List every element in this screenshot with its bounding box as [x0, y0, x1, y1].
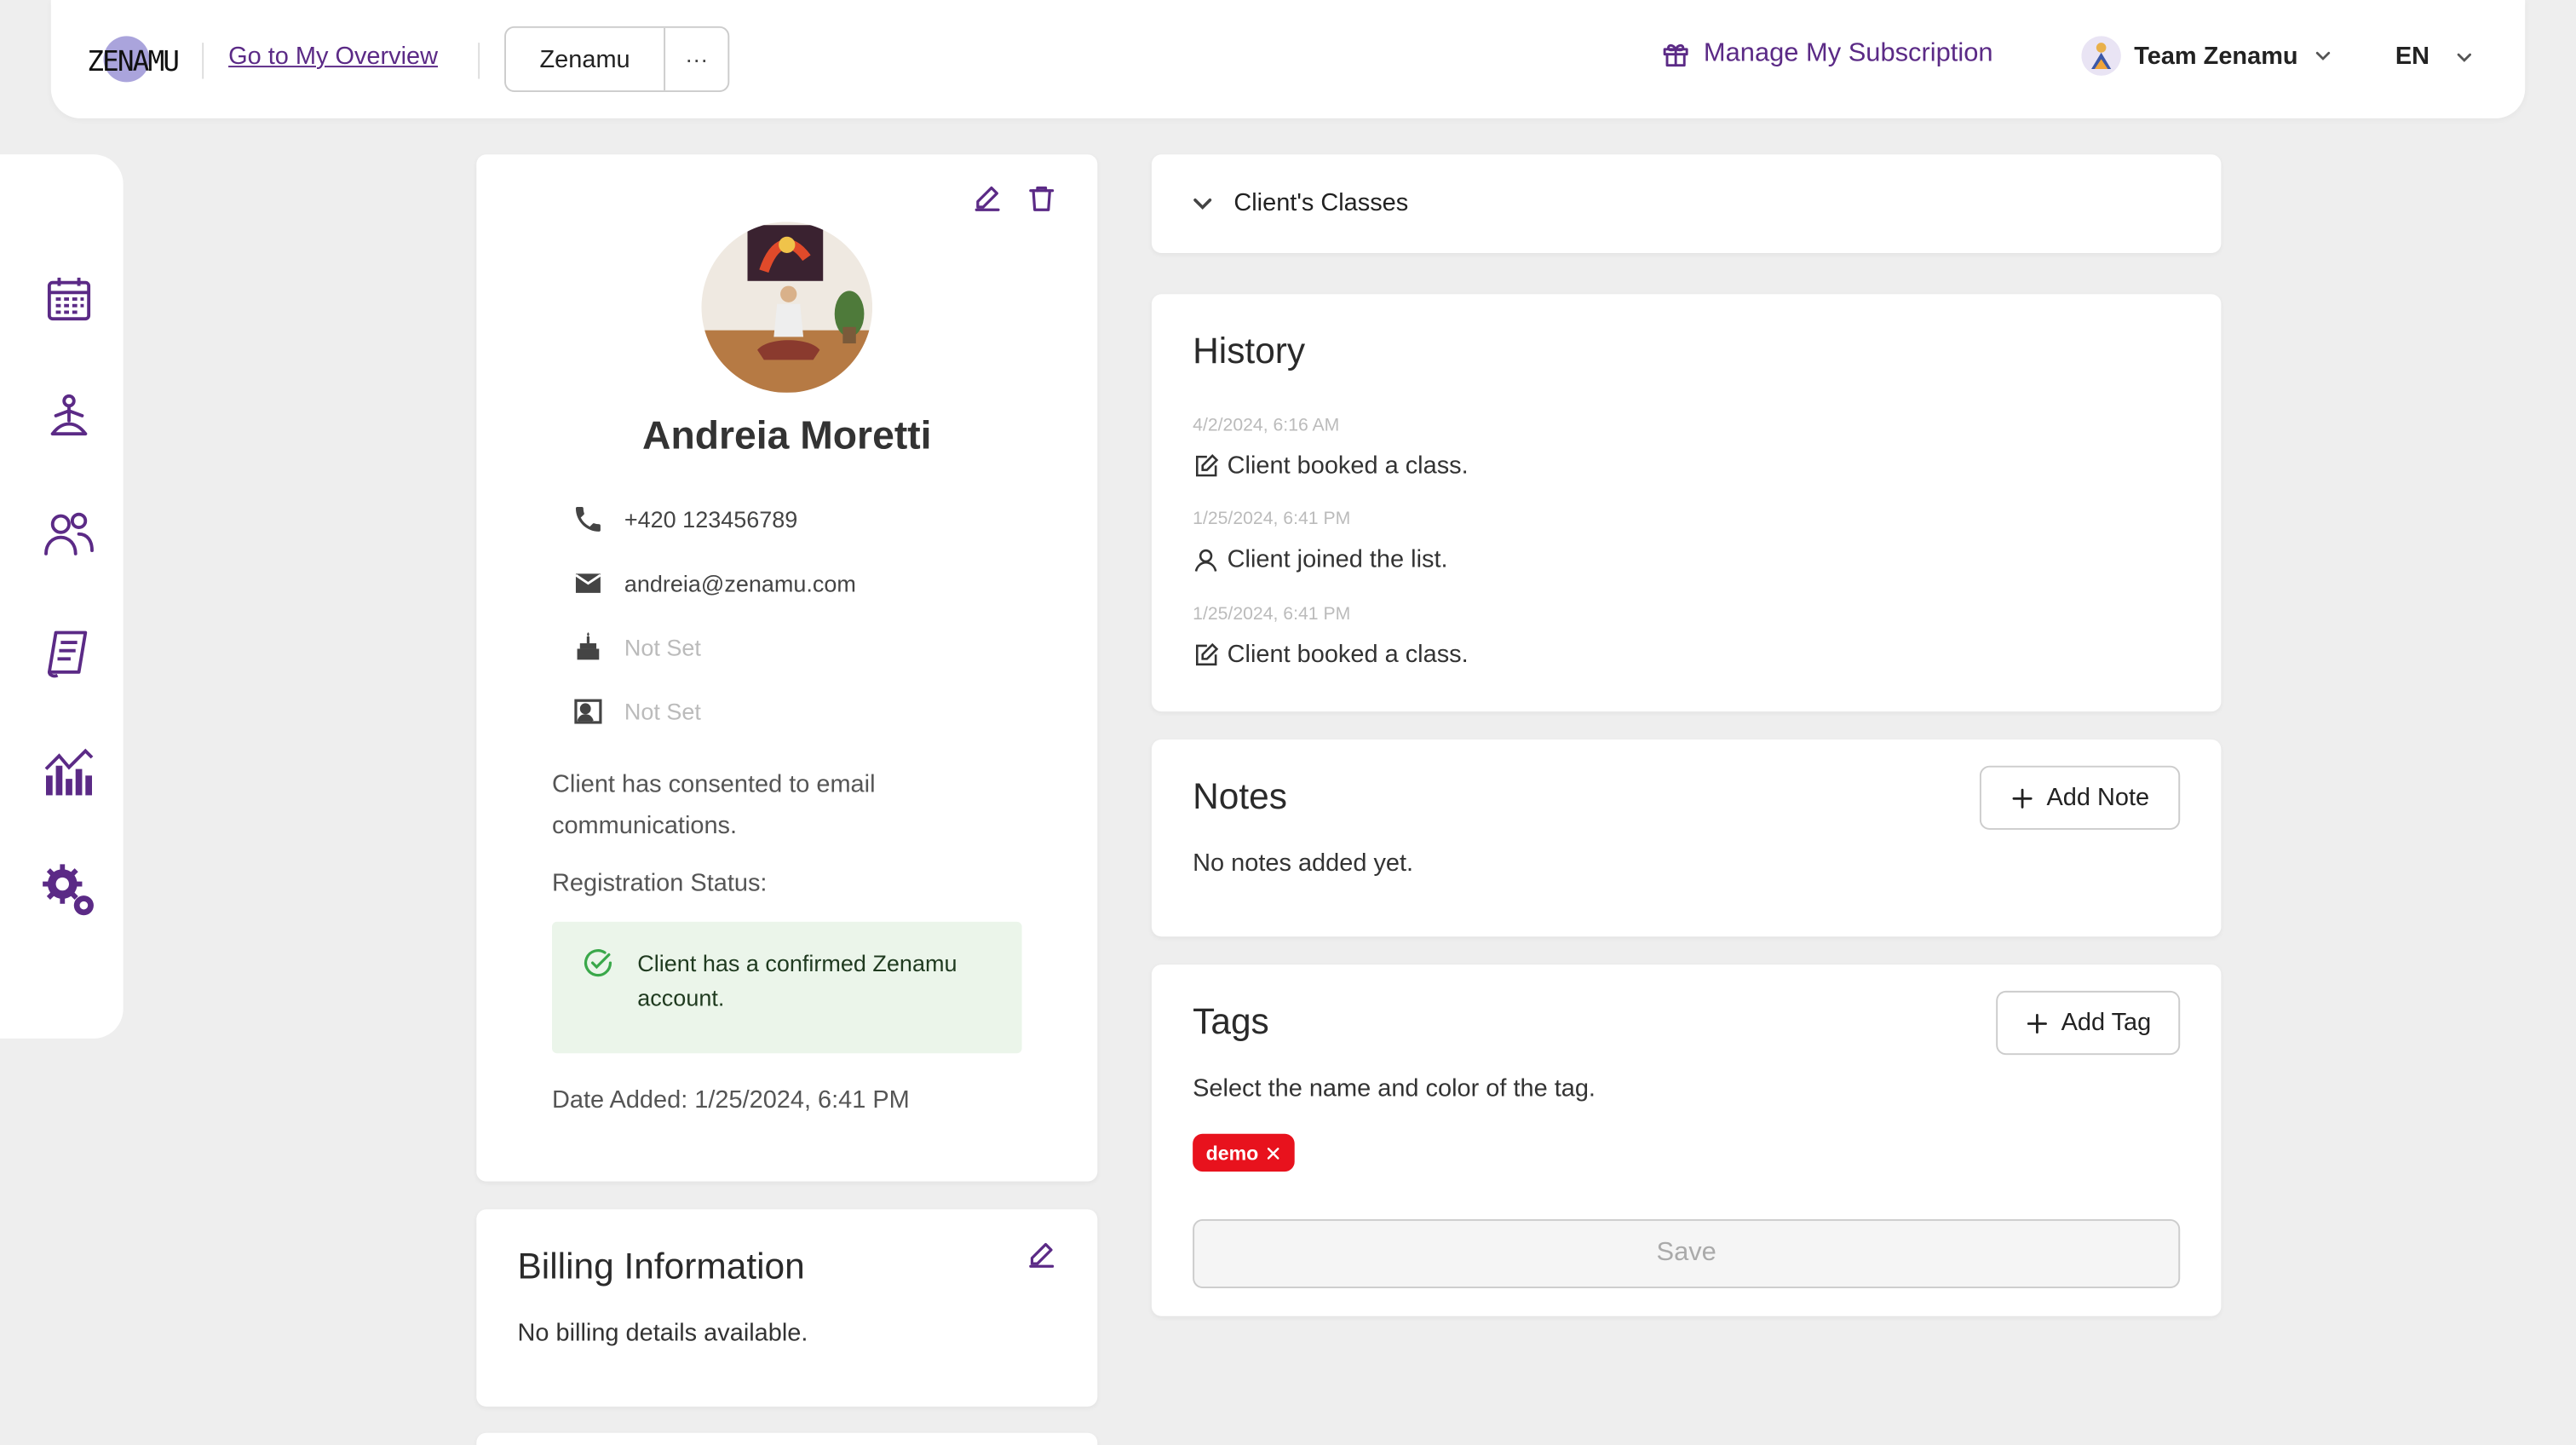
phone-icon: [575, 506, 601, 532]
history-title: History: [1193, 330, 1306, 371]
notes-title: Notes: [1193, 775, 1288, 817]
registration-status-text: Client has a confirmed Zenamu account.: [637, 949, 957, 1011]
plus-icon: [2027, 1013, 2047, 1033]
delete-icon[interactable]: [1025, 182, 1058, 216]
history-entry: Client booked a class.: [1193, 641, 1469, 669]
chevron-down-icon[interactable]: [1187, 189, 1217, 219]
clients-classes-card[interactable]: Client's Classes: [1151, 154, 2222, 253]
subscription-label: Manage My Subscription: [1703, 39, 1993, 68]
date-added: Date Added: 1/25/2024, 6:41 PM: [551, 1085, 910, 1114]
sidebar: [0, 154, 124, 1039]
edit-icon[interactable]: [971, 182, 1004, 216]
passes-icon[interactable]: [39, 625, 98, 683]
team-avatar: [2081, 36, 2121, 76]
edit-note-icon: [1195, 453, 1219, 476]
team-label: Team Zenamu: [2134, 42, 2298, 70]
id-value: Not Set: [624, 698, 701, 725]
top-header: ZENAMU Go to My Overview Zenamu ··· Mana…: [50, 0, 2526, 118]
consent-text: Client has consented to email communicat…: [551, 770, 876, 840]
plus-icon: [2011, 787, 2033, 808]
more-options-button[interactable]: ···: [665, 28, 727, 90]
divider: [478, 43, 480, 79]
history-date: 1/25/2024, 6:41 PM: [1193, 509, 1351, 529]
client-name: Andreia Moretti: [642, 413, 932, 459]
calendar-icon[interactable]: [39, 269, 98, 328]
save-button[interactable]: Save: [1193, 1218, 2181, 1288]
go-to-overview-link[interactable]: Go to My Overview: [228, 43, 438, 71]
manage-subscription-button[interactable]: Manage My Subscription: [1661, 39, 1993, 69]
add-tag-label: Add Tag: [2061, 1009, 2152, 1037]
history-entry-text: Client booked a class.: [1227, 641, 1469, 669]
next-card: [476, 1432, 1098, 1445]
language-label: EN: [2395, 43, 2430, 71]
gift-icon: [1663, 43, 1688, 67]
email-row: andreia@zenamu.com: [572, 567, 856, 600]
zenamu-logo[interactable]: ZENAMU: [87, 36, 186, 85]
chevron-down-icon: [2315, 51, 2330, 60]
statistics-icon[interactable]: [39, 743, 98, 802]
registration-status-box: Client has a confirmed Zenamu account.: [551, 921, 1022, 1054]
history-entry: Client joined the list.: [1193, 545, 1448, 574]
billing-title: Billing Information: [517, 1245, 805, 1287]
client-avatar: [701, 222, 873, 393]
billing-empty-text: No billing details available.: [517, 1319, 808, 1348]
tag-chip[interactable]: demo: [1193, 1133, 1295, 1172]
classes-title: Client's Classes: [1233, 188, 1409, 217]
birthday-value: Not Set: [624, 634, 701, 661]
id-row: Not Set: [572, 695, 701, 728]
history-entry-text: Client joined the list.: [1227, 545, 1448, 574]
check-circle-icon: [584, 949, 612, 977]
add-note-label: Add Note: [2046, 783, 2150, 812]
edit-note-icon: [1195, 642, 1219, 665]
divider: [202, 43, 204, 79]
close-icon[interactable]: [1265, 1144, 1281, 1160]
history-date: 1/25/2024, 6:41 PM: [1193, 604, 1351, 625]
studio-button-group: Zenamu ···: [504, 26, 730, 92]
history-entry: Client booked a class.: [1193, 452, 1469, 480]
history-entry-text: Client booked a class.: [1227, 452, 1469, 481]
notes-card: Notes Add Note No notes added yet.: [1151, 739, 2222, 937]
history-date: 4/2/2024, 6:16 AM: [1193, 415, 1340, 436]
team-switcher[interactable]: Team Zenamu: [2081, 36, 2334, 76]
user-icon: [1194, 548, 1217, 571]
settings-icon[interactable]: [39, 861, 98, 920]
add-tag-button[interactable]: Add Tag: [1996, 990, 2181, 1056]
registration-label: Registration Status:: [551, 869, 768, 897]
chevron-down-icon: [2457, 52, 2471, 61]
tags-title: Tags: [1193, 1000, 1269, 1042]
mail-icon: [575, 573, 601, 593]
client-profile-card: Andreia Moretti +420 123456789 andreia@z…: [476, 154, 1098, 1182]
phone-value: +420 123456789: [624, 505, 798, 533]
yoga-icon[interactable]: [39, 388, 98, 446]
notes-empty-text: No notes added yet.: [1193, 849, 1414, 878]
history-card: History 4/2/2024, 6:16 AM Client booked …: [1151, 294, 2222, 712]
tag-label: demo: [1205, 1141, 1259, 1165]
logo-text: ZENAMU: [87, 45, 180, 79]
contact-card-icon: [574, 699, 602, 724]
language-selector[interactable]: EN: [2395, 43, 2475, 71]
edit-billing-icon[interactable]: [1025, 1239, 1058, 1272]
add-note-button[interactable]: Add Note: [1979, 765, 2181, 830]
birthday-row: Not Set: [572, 631, 701, 665]
email-value: andreia@zenamu.com: [624, 570, 856, 597]
studio-button[interactable]: Zenamu: [506, 27, 666, 91]
cake-icon: [577, 632, 600, 660]
tags-card: Tags Add Tag Select the name and color o…: [1151, 964, 2222, 1316]
phone-row: +420 123456789: [572, 503, 797, 536]
clients-icon[interactable]: [39, 504, 98, 563]
tags-hint: Select the name and color of the tag.: [1193, 1074, 1596, 1103]
billing-card: Billing Information No billing details a…: [476, 1209, 1098, 1407]
